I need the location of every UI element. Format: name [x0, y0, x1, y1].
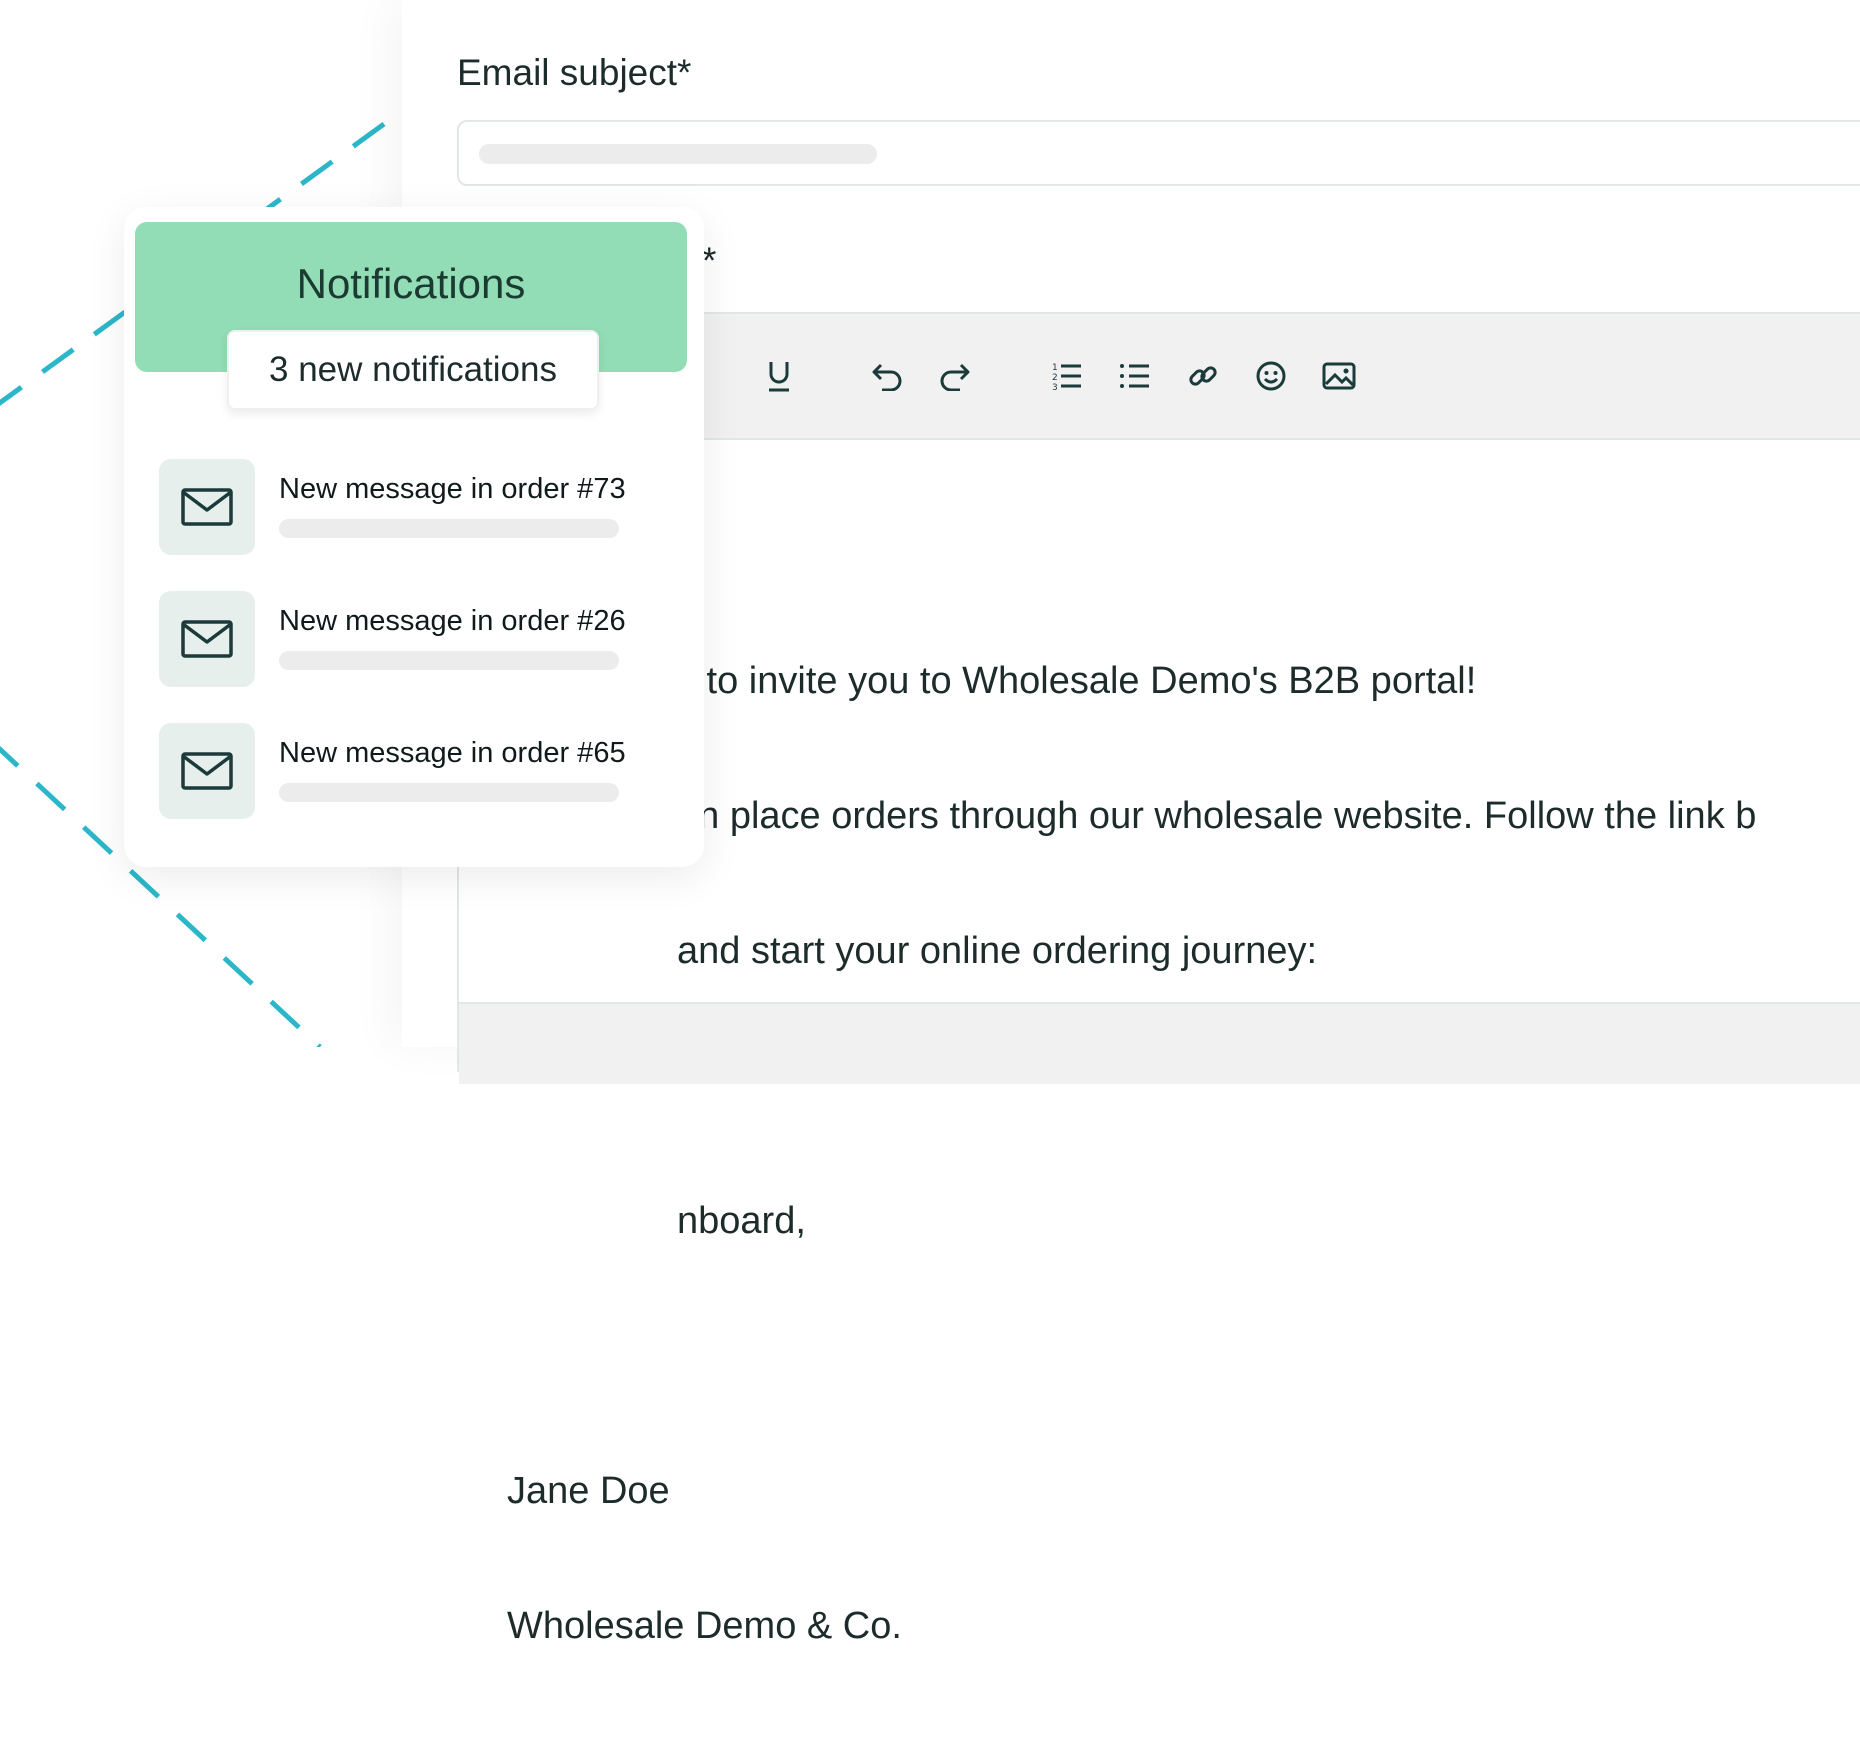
body-line: Wholesale Demo & Co. [507, 1605, 902, 1647]
notification-placeholder-bar [279, 651, 619, 670]
image-icon[interactable] [1319, 356, 1359, 396]
mail-icon [159, 459, 255, 555]
body-line: Jane Doe [507, 1470, 670, 1512]
notification-text: New message in order #73 [279, 473, 626, 505]
notifications-title: Notifications [296, 260, 526, 307]
bullet-list-icon[interactable] [1115, 356, 1155, 396]
notification-item[interactable]: New message in order #26 [159, 591, 679, 687]
underline-icon[interactable] [759, 356, 799, 396]
mail-icon [159, 591, 255, 687]
email-body-content[interactable]: y to invite you to Wholesale Demo's B2B … [507, 569, 1860, 1739]
notifications-count-badge: 3 new notifications [227, 330, 599, 410]
emoji-icon[interactable] [1251, 356, 1291, 396]
notifications-card: Notifications 3 new notifications New me… [124, 207, 704, 867]
undo-icon[interactable] [867, 356, 907, 396]
notification-placeholder-bar [279, 519, 619, 538]
link-icon[interactable] [1183, 356, 1223, 396]
svg-text:1: 1 [1052, 363, 1058, 373]
ordered-list-icon[interactable]: 123 [1047, 356, 1087, 396]
notification-placeholder-bar [279, 783, 619, 802]
redo-icon[interactable] [935, 356, 975, 396]
body-line: nboard, [677, 1200, 806, 1242]
mail-icon [159, 723, 255, 819]
body-line: y to invite you to Wholesale Demo's B2B … [677, 660, 1477, 702]
svg-text:3: 3 [1052, 383, 1058, 392]
notification-text: New message in order #65 [279, 737, 626, 769]
email-subject-input[interactable] [457, 120, 1860, 186]
notification-item[interactable]: New message in order #73 [159, 459, 679, 555]
editor-footer [459, 1002, 1860, 1084]
svg-text:2: 2 [1052, 373, 1058, 383]
body-line [507, 1334, 1860, 1379]
email-subject-label: Email subject* [457, 52, 692, 93]
notification-text: New message in order #26 [279, 605, 626, 637]
body-line: and start your online ordering journey: [677, 930, 1318, 972]
notification-item[interactable]: New message in order #65 [159, 723, 679, 819]
body-line: an place orders through our wholesale we… [677, 795, 1757, 837]
subject-placeholder-bar [479, 144, 877, 164]
email-body-label: * [702, 240, 717, 281]
